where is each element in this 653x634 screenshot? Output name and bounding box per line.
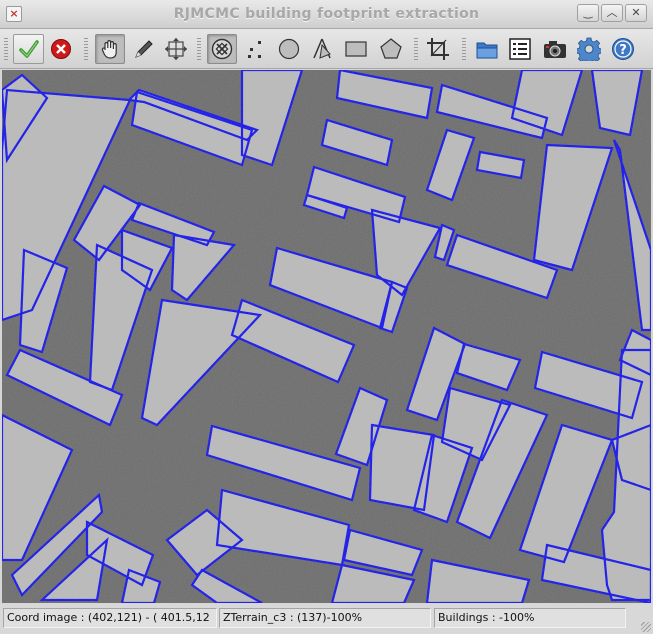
status-bar: Coord image : (402,121) - ( 401.5,12 ZTe… [0,604,653,634]
polygon-button[interactable] [376,34,406,64]
circle-icon [278,38,300,60]
validate-icon [18,40,39,58]
open-folder-button[interactable] [472,34,502,64]
validate-button[interactable] [13,34,44,64]
status-buildings: Buildings : -100% [434,608,626,628]
minimize-button[interactable]: ‿ [577,4,599,22]
circle-button[interactable] [274,34,304,64]
toolbar-grip[interactable] [462,38,466,60]
svg-text:?: ? [619,43,627,58]
hand-pan-button[interactable] [95,34,125,64]
status-coord-image: Coord image : (402,121) - ( 401.5,12 [3,608,217,628]
title-bar[interactable]: × RJMCMC building footprint extraction ‿… [0,0,653,29]
hand-pan-icon [101,40,117,59]
layers-list-icon [509,38,531,60]
toolbar: ? [0,29,653,69]
open-folder-icon [476,42,498,59]
camera-button[interactable] [540,34,570,64]
settings-button[interactable] [574,34,604,64]
points-icon [248,41,261,58]
cancel-button[interactable] [46,34,76,64]
points-button[interactable] [240,34,270,64]
image-grain [2,70,651,603]
close-button[interactable]: ✕ [625,4,647,22]
toolbar-grip[interactable] [197,38,201,60]
rotated-rectangle-icon [211,38,233,60]
move-icon [165,38,187,60]
cancel-icon [51,39,71,59]
pencil-button[interactable] [128,34,158,64]
rectangle-button[interactable] [341,34,371,64]
rectangle-icon [345,41,367,57]
crop-icon [427,38,449,60]
crop-button[interactable] [423,34,453,64]
window-title: RJMCMC building footprint extraction [173,6,480,22]
compass-icon [313,38,331,59]
pencil-icon [135,40,153,58]
camera-icon [544,41,566,58]
move-button[interactable] [161,34,191,64]
layers-list-button[interactable] [505,34,535,64]
status-terrain: ZTerrain_c3 : (137)-100% [219,608,431,628]
maximize-button[interactable]: ︿ [601,4,623,22]
toolbar-grip[interactable] [84,38,88,60]
compass-button[interactable] [307,34,337,64]
toolbar-grip[interactable] [414,38,418,60]
toolbar-grip[interactable] [4,38,8,60]
polygon-icon [380,38,402,59]
rotated-rectangle-button[interactable] [207,34,237,64]
resize-grip[interactable] [641,622,651,632]
image-viewer[interactable] [2,70,651,603]
help-icon: ? [612,38,634,60]
aerial-image-canvas[interactable] [2,70,651,603]
settings-gear-icon [577,37,601,61]
help-button[interactable]: ? [608,34,638,64]
